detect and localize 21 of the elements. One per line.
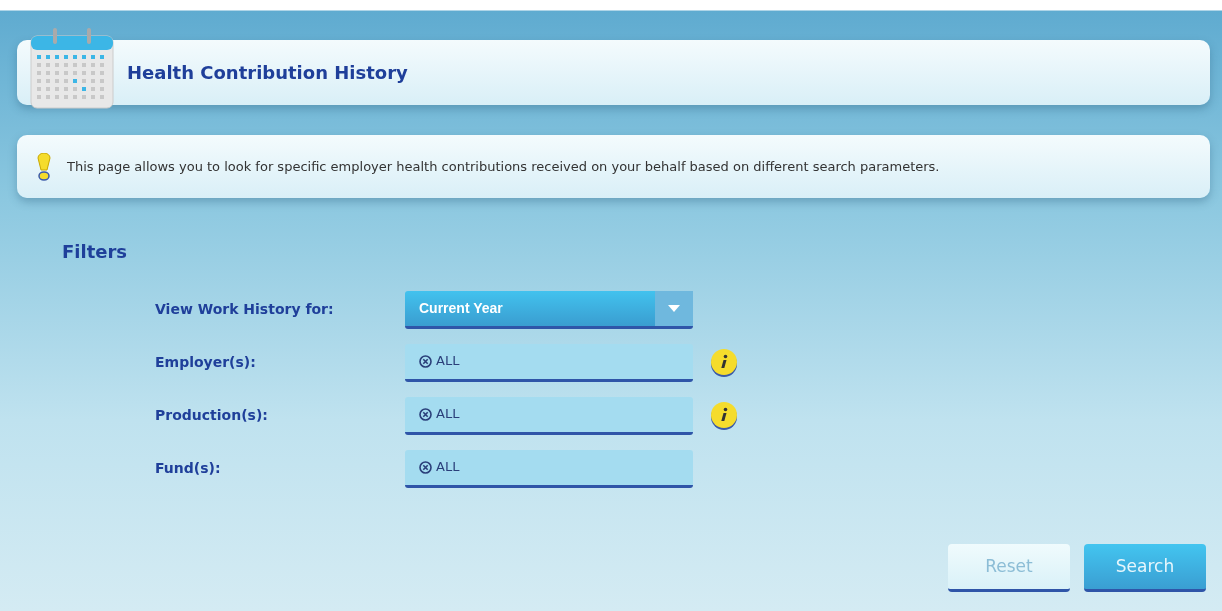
tag-text: ALL [436,405,460,424]
caret-icon [668,304,680,312]
remove-icon[interactable] [419,460,432,474]
filter-label: Fund(s): [155,459,222,478]
filter-label: Production(s): [155,406,269,425]
tag-text: ALL [436,458,460,477]
info-icon[interactable] [709,347,739,378]
filter-label: Employer(s): [155,353,257,372]
exclamation-icon [37,152,51,181]
remove-icon[interactable] [419,407,432,421]
notice-text: This page allows you to look for specific employer health contributions received on your behalf based on different search parameters. [67,157,940,176]
multi-select-field[interactable]: ALL [405,396,693,435]
calendar-icon [29,28,115,110]
filters-heading: Filters [62,240,129,264]
filter-label: View Work History for: [155,300,335,319]
info-icon[interactable] [709,400,739,431]
multi-select-field[interactable]: ALL [405,343,693,382]
multi-select-field[interactable]: ALL [405,449,693,488]
tag-text: ALL [436,352,460,371]
page-title: Health Contribution History [127,61,408,84]
remove-icon[interactable] [419,354,432,368]
